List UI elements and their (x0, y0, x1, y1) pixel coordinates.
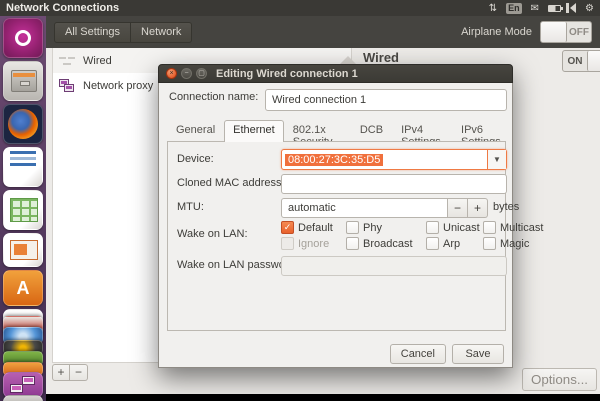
tab-ipv4-settings[interactable]: IPv4 Settings (392, 120, 452, 142)
checkbox-icon (426, 237, 439, 250)
device-value-selected: 08:00:27:3C:35:D5 (285, 154, 383, 166)
network-button[interactable]: Network (131, 22, 192, 43)
dialog-titlebar[interactable]: × − ▢ Editing Wired connection 1 (158, 64, 513, 83)
network-traffic-icon[interactable]: ⇅ (489, 3, 497, 14)
edit-connection-dialog: × − ▢ Editing Wired connection 1 Connect… (158, 64, 513, 368)
wired-on-toggle[interactable]: ON (562, 50, 600, 72)
mtu-spinbutton: automatic − + (281, 198, 488, 218)
checkbox-icon (483, 237, 496, 250)
mtu-label: MTU: (177, 201, 204, 213)
desktop: Network Connections ⇅ En ✉ ⚙ A a (0, 0, 600, 401)
close-icon[interactable]: × (166, 68, 177, 79)
connection-name-input[interactable]: Wired connection 1 (265, 89, 507, 111)
panel-title: Wired (363, 50, 399, 65)
firefox-icon[interactable] (3, 104, 43, 144)
tab-8021x-security[interactable]: 802.1x Security (284, 120, 351, 142)
proxy-icon (59, 79, 75, 93)
checkbox-icon (346, 221, 359, 234)
libreoffice-writer-icon[interactable] (3, 147, 43, 187)
system-tray: ⇅ En ✉ ⚙ (489, 3, 594, 14)
trash-icon[interactable] (3, 395, 43, 401)
checkbox-phy[interactable]: Phy (346, 221, 382, 234)
checkbox-multicast[interactable]: Multicast (483, 221, 543, 234)
list-item-label: Network proxy (83, 80, 153, 92)
all-settings-button[interactable]: All Settings (54, 22, 131, 43)
device-label: Device: (177, 153, 214, 165)
tab-dcb[interactable]: DCB (351, 120, 392, 142)
connection-name-label: Connection name: (169, 91, 258, 103)
cloned-mac-label: Cloned MAC address: (177, 177, 285, 189)
tab-ipv6-settings[interactable]: IPv6 Settings (452, 120, 512, 142)
dialog-tabs: General Ethernet 802.1x Security DCB IPv… (167, 120, 512, 142)
wol-password-label: Wake on LAN password: (177, 259, 298, 271)
window-title: Network Connections (6, 2, 119, 14)
checkbox-arp[interactable]: Arp (426, 237, 460, 250)
toggle-knob (587, 51, 600, 71)
checkbox-default[interactable]: ✓Default (281, 221, 333, 234)
checkbox-icon: ✓ (281, 221, 294, 234)
maximize-icon[interactable]: ▢ (196, 68, 207, 79)
ubuntu-ring (15, 30, 31, 46)
tab-general[interactable]: General (167, 120, 224, 142)
mtu-unit-label: bytes (493, 201, 519, 213)
top-menubar: Network Connections ⇅ En ✉ ⚙ (0, 0, 600, 16)
checkbox-icon (346, 237, 359, 250)
save-button[interactable]: Save (452, 344, 504, 364)
checkbox-magic[interactable]: Magic (483, 237, 529, 250)
toggle-state: OFF (567, 22, 591, 42)
checkbox-icon (483, 221, 496, 234)
keyboard-layout-indicator[interactable]: En (506, 3, 522, 14)
add-connection-button[interactable]: + (52, 364, 70, 381)
options-button[interactable]: Options... (522, 368, 597, 391)
checkbox-ignore[interactable]: Ignore (281, 237, 329, 250)
wake-on-lan-label: Wake on LAN: (177, 228, 248, 240)
toggle-knob (541, 22, 567, 42)
unity-launcher: A a (0, 16, 46, 401)
toggle-state: ON (563, 51, 587, 71)
mtu-decrement-button[interactable]: − (448, 198, 468, 218)
session-gear-icon[interactable]: ⚙ (585, 3, 594, 14)
software-center-icon[interactable]: A (3, 270, 43, 306)
mtu-increment-button[interactable]: + (468, 198, 488, 218)
checkbox-icon (426, 221, 439, 234)
libreoffice-impress-icon[interactable] (3, 233, 43, 267)
files-icon[interactable] (3, 61, 43, 101)
cancel-button[interactable]: Cancel (390, 344, 446, 364)
chevron-down-icon[interactable]: ▼ (487, 150, 506, 169)
list-toolbar: + − (52, 364, 88, 381)
remove-connection-button[interactable]: − (70, 364, 88, 381)
mtu-input[interactable]: automatic (281, 198, 448, 218)
tab-ethernet[interactable]: Ethernet (224, 120, 284, 142)
cloned-mac-input[interactable] (281, 174, 507, 194)
volume-icon[interactable] (570, 3, 576, 13)
wired-network-icon (59, 55, 75, 67)
wol-password-input[interactable] (281, 256, 507, 276)
mail-icon[interactable]: ✉ (531, 3, 539, 14)
breadcrumb: All Settings Network (54, 22, 192, 43)
window-toolbar: All Settings Network Airplane Mode OFF (46, 16, 600, 48)
list-item-label: Wired (83, 55, 112, 67)
airplane-mode-toggle[interactable]: OFF (540, 21, 592, 43)
libreoffice-calc-icon[interactable] (3, 190, 43, 230)
dialog-title: Editing Wired connection 1 (216, 68, 358, 80)
checkbox-icon (281, 237, 294, 250)
device-combobox[interactable]: 08:00:27:3C:35:D5 ▼ (281, 149, 507, 170)
airplane-mode-label: Airplane Mode (461, 26, 532, 38)
checkbox-unicast[interactable]: Unicast (426, 221, 480, 234)
ubuntu-logo-icon[interactable] (3, 18, 43, 58)
minimize-icon[interactable]: − (181, 68, 192, 79)
battery-icon[interactable] (548, 5, 561, 12)
file-drawer (11, 70, 37, 92)
checkbox-broadcast[interactable]: Broadcast (346, 237, 413, 250)
